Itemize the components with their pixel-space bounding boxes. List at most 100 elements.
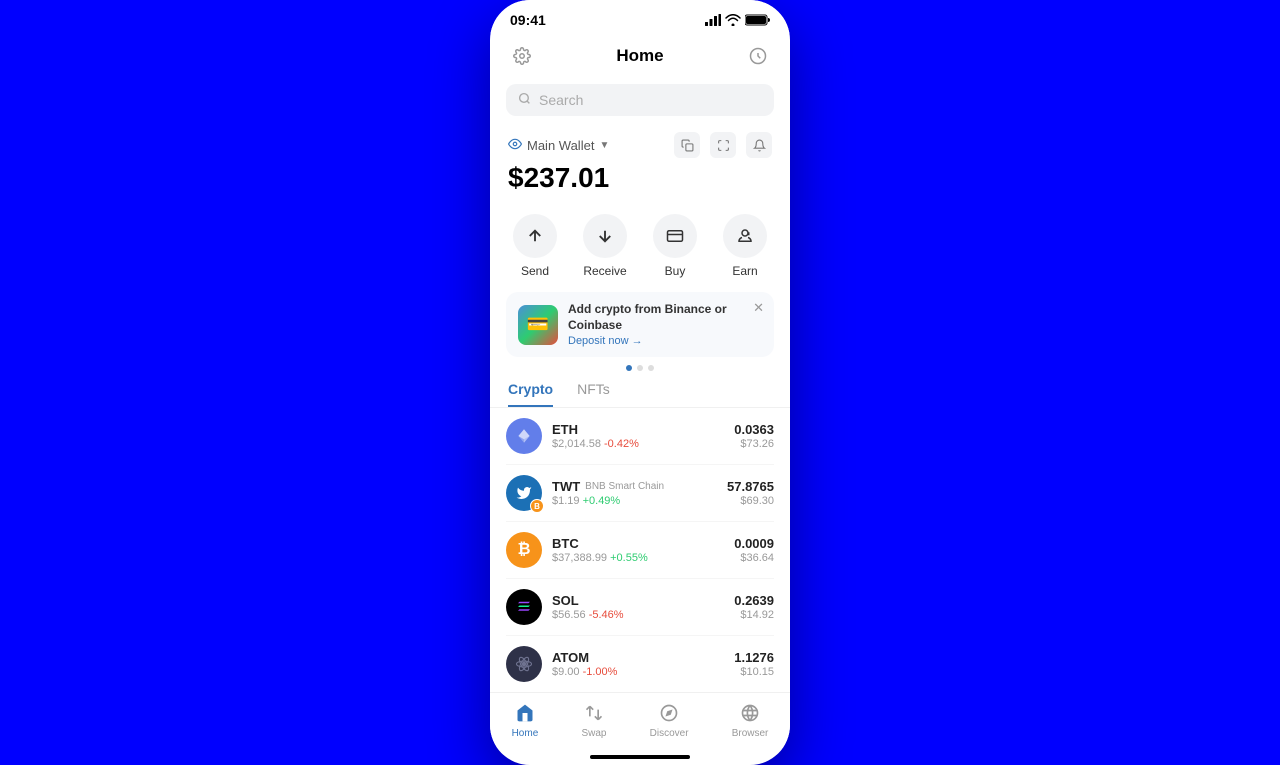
list-item[interactable]: ATOM $9.00 -1.00% 1.1276 $10.15 [506,636,774,692]
signal-icon [705,14,721,26]
wifi-icon [725,14,741,26]
tab-nfts[interactable]: NFTs [577,381,610,407]
wallet-name: Main Wallet [527,138,594,153]
send-button[interactable]: Send [513,214,557,278]
btc-price: $37,388.99 [552,552,607,564]
twt-icon: B [506,475,542,511]
list-item[interactable]: ₿ BTC $37,388.99 +0.55% 0.0009 $36.64 [506,522,774,579]
sol-change: -5.46% [589,609,624,621]
sol-balance: 0.2639 $14.92 [734,593,774,621]
send-icon [513,214,557,258]
eth-price-row: $2,014.58 -0.42% [552,438,724,450]
eth-amount: 0.0363 [734,422,774,437]
atom-symbol: ATOM [552,650,589,665]
search-icon [518,92,531,108]
header: Home [490,34,790,78]
eth-price: $2,014.58 [552,438,601,450]
browser-icon [738,701,762,725]
buy-label: Buy [665,264,686,278]
page-title: Home [616,46,663,66]
sol-amount: 0.2639 [734,593,774,608]
btc-symbol: BTC [552,536,579,551]
twt-change: +0.49% [583,495,621,507]
home-indicator [590,755,690,759]
eth-info: ETH $2,014.58 -0.42% [552,422,724,450]
sol-icon [506,589,542,625]
atom-change: -1.00% [583,666,618,678]
list-item[interactable]: B TWT BNB Smart Chain $1.19 +0.49% 57.87… [506,465,774,522]
expand-button[interactable] [710,132,736,158]
phone-frame: 09:41 [490,0,790,765]
banner-link[interactable]: Deposit now → [568,335,762,347]
nav-browser-label: Browser [732,728,769,739]
wallet-connect-button[interactable] [744,42,772,70]
atom-price-row: $9.00 -1.00% [552,666,724,678]
status-icons [705,14,770,26]
sol-price: $56.56 [552,609,586,621]
home-icon [513,701,537,725]
earn-button[interactable]: Earn [723,214,767,278]
banner-close-button[interactable]: ✕ [753,300,764,316]
bottom-nav: Home Swap Discover [490,692,790,755]
twt-usd: $69.30 [727,495,774,507]
atom-amount: 1.1276 [734,650,774,665]
sol-price-row: $56.56 -5.46% [552,609,724,621]
wallet-section: Main Wallet ▼ [490,122,790,200]
twt-chain-badge: B [530,499,544,513]
twt-balance: 57.8765 $69.30 [727,479,774,507]
status-time: 09:41 [510,12,546,28]
earn-icon [723,214,767,258]
wallet-balance: $237.01 [508,162,772,194]
search-bar[interactable]: Search [506,84,774,116]
banner-title: Add crypto from Binance or Coinbase [568,302,762,333]
nav-swap-label: Swap [581,728,606,739]
buy-button[interactable]: Buy [653,214,697,278]
eth-icon [506,418,542,454]
atom-usd: $10.15 [734,666,774,678]
banner: 💳 Add crypto from Binance or Coinbase De… [506,292,774,357]
tab-crypto[interactable]: Crypto [508,381,553,407]
banner-text: Add crypto from Binance or Coinbase Depo… [568,302,762,347]
atom-icon [506,646,542,682]
nav-discover[interactable]: Discover [650,701,689,739]
eth-change: -0.42% [604,438,639,450]
receive-label: Receive [583,264,626,278]
btc-balance: 0.0009 $36.64 [734,536,774,564]
asset-tabs: Crypto NFTs [490,371,790,408]
btc-change: +0.55% [610,552,648,564]
list-item[interactable]: ETH $2,014.58 -0.42% 0.0363 $73.26 [506,408,774,465]
eth-usd: $73.26 [734,438,774,450]
eye-icon [508,137,522,154]
eth-balance: 0.0363 $73.26 [734,422,774,450]
wallet-name-row[interactable]: Main Wallet ▼ [508,137,609,154]
btc-usd: $36.64 [734,552,774,564]
earn-label: Earn [732,264,757,278]
sol-symbol: SOL [552,593,579,608]
list-item[interactable]: SOL $56.56 -5.46% 0.2639 $14.92 [506,579,774,636]
nav-home[interactable]: Home [512,701,539,739]
search-placeholder: Search [539,92,583,108]
twt-price-row: $1.19 +0.49% [552,495,717,507]
crypto-list: ETH $2,014.58 -0.42% 0.0363 $73.26 B [490,408,790,692]
bell-button[interactable] [746,132,772,158]
send-label: Send [521,264,549,278]
twt-info: TWT BNB Smart Chain $1.19 +0.49% [552,479,717,507]
sol-usd: $14.92 [734,609,774,621]
banner-image: 💳 [518,305,558,345]
copy-button[interactable] [674,132,700,158]
atom-info: ATOM $9.00 -1.00% [552,650,724,678]
battery-icon [745,14,770,26]
wallet-chevron-icon: ▼ [599,140,609,151]
eth-symbol: ETH [552,422,578,437]
status-bar: 09:41 [490,0,790,34]
btc-amount: 0.0009 [734,536,774,551]
discover-icon [657,701,681,725]
nav-discover-label: Discover [650,728,689,739]
swap-icon [582,701,606,725]
settings-button[interactable] [508,42,536,70]
sol-info: SOL $56.56 -5.46% [552,593,724,621]
nav-swap[interactable]: Swap [581,701,606,739]
receive-icon [583,214,627,258]
receive-button[interactable]: Receive [583,214,627,278]
nav-browser[interactable]: Browser [732,701,769,739]
